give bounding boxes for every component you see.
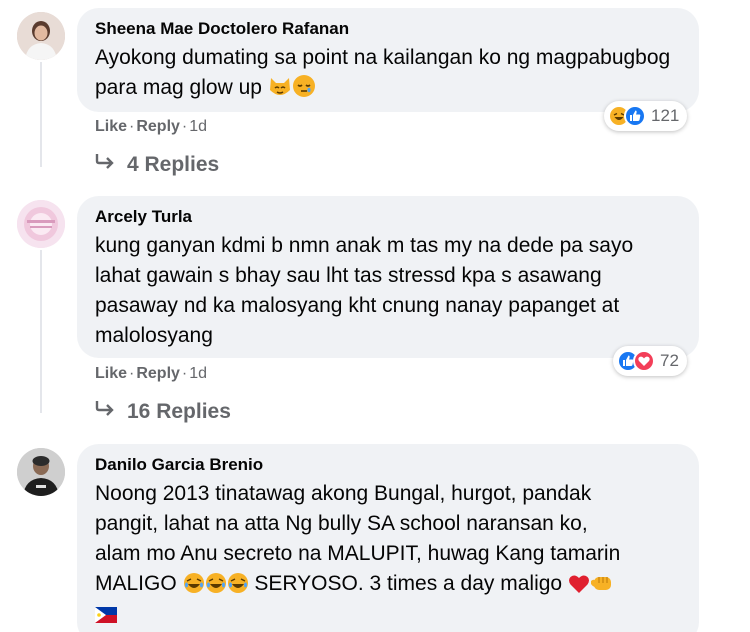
comment-author[interactable]: Sheena Mae Doctolero Rafanan [95, 18, 681, 40]
love-icon [633, 350, 655, 372]
timestamp[interactable]: 1d [189, 118, 207, 135]
avatar[interactable] [17, 12, 65, 60]
thread-line [40, 62, 42, 167]
avatar[interactable] [17, 200, 65, 248]
reaction-summary[interactable]: 121 [604, 101, 688, 131]
comment-bubble: Danilo Garcia Brenio Noong 2013 tinatawa… [77, 444, 699, 632]
view-replies-button[interactable]: 4 Replies [95, 153, 219, 177]
comment-actions: Like · Reply · 1d [95, 118, 208, 135]
replies-label: 4 Replies [127, 153, 220, 176]
sleepy-face-emoji-icon [292, 74, 316, 107]
like-button[interactable]: Like [95, 118, 127, 135]
reply-button[interactable]: Reply [136, 118, 180, 135]
comment-text-line: pangit, lahat na atta Ng bully SA school… [95, 512, 588, 535]
rofl-emoji-icon [205, 572, 227, 603]
comment-text: Ayokong dumating sa point na kailangan k… [95, 43, 681, 107]
comment-text: Noong 2013 tinatawag akong Bungal, hurgo… [95, 479, 681, 603]
rofl-emoji-icon [183, 572, 205, 603]
reaction-count: 72 [660, 351, 679, 370]
comment-bubble: Sheena Mae Doctolero Rafanan Ayokong dum… [77, 8, 699, 112]
like-button[interactable]: Like [95, 365, 127, 382]
comment-bubble: Arcely Turla kung ganyan kdmi b nmn anak… [77, 196, 699, 358]
comment-author[interactable]: Danilo Garcia Brenio [95, 454, 681, 476]
comment-author[interactable]: Arcely Turla [95, 206, 681, 228]
rofl-emoji-icon [227, 572, 249, 603]
reply-arrow-icon [95, 400, 115, 424]
view-replies-button[interactable]: 16 Replies [95, 400, 231, 424]
comment-text-line: alam mo Anu secreto na MALUPIT, huwag Ka… [95, 542, 621, 565]
reply-button[interactable]: Reply [136, 365, 180, 382]
avatar[interactable] [17, 448, 65, 496]
comment-text: kung ganyan kdmi b nmn anak m tas my na … [95, 234, 634, 347]
replies-label: 16 Replies [127, 400, 231, 423]
cat-face-emoji-icon [268, 76, 292, 107]
timestamp[interactable]: 1d [189, 365, 207, 382]
like-icon [624, 105, 646, 127]
comment-actions: Like · Reply · 1d [95, 365, 208, 382]
fist-bump-emoji-icon [590, 572, 614, 603]
reaction-summary[interactable]: 72 [613, 346, 687, 376]
comment-text-line-4: MALIGO SERYOSO. 3 times a day maligo [95, 569, 681, 603]
comment-text-line: Noong 2013 tinatawag akong Bungal, hurgo… [95, 482, 592, 505]
reply-arrow-icon [95, 153, 115, 177]
philippines-flag-icon [95, 607, 681, 628]
thread-line [40, 250, 42, 413]
reaction-count: 121 [651, 106, 680, 125]
red-heart-emoji-icon [568, 573, 590, 603]
